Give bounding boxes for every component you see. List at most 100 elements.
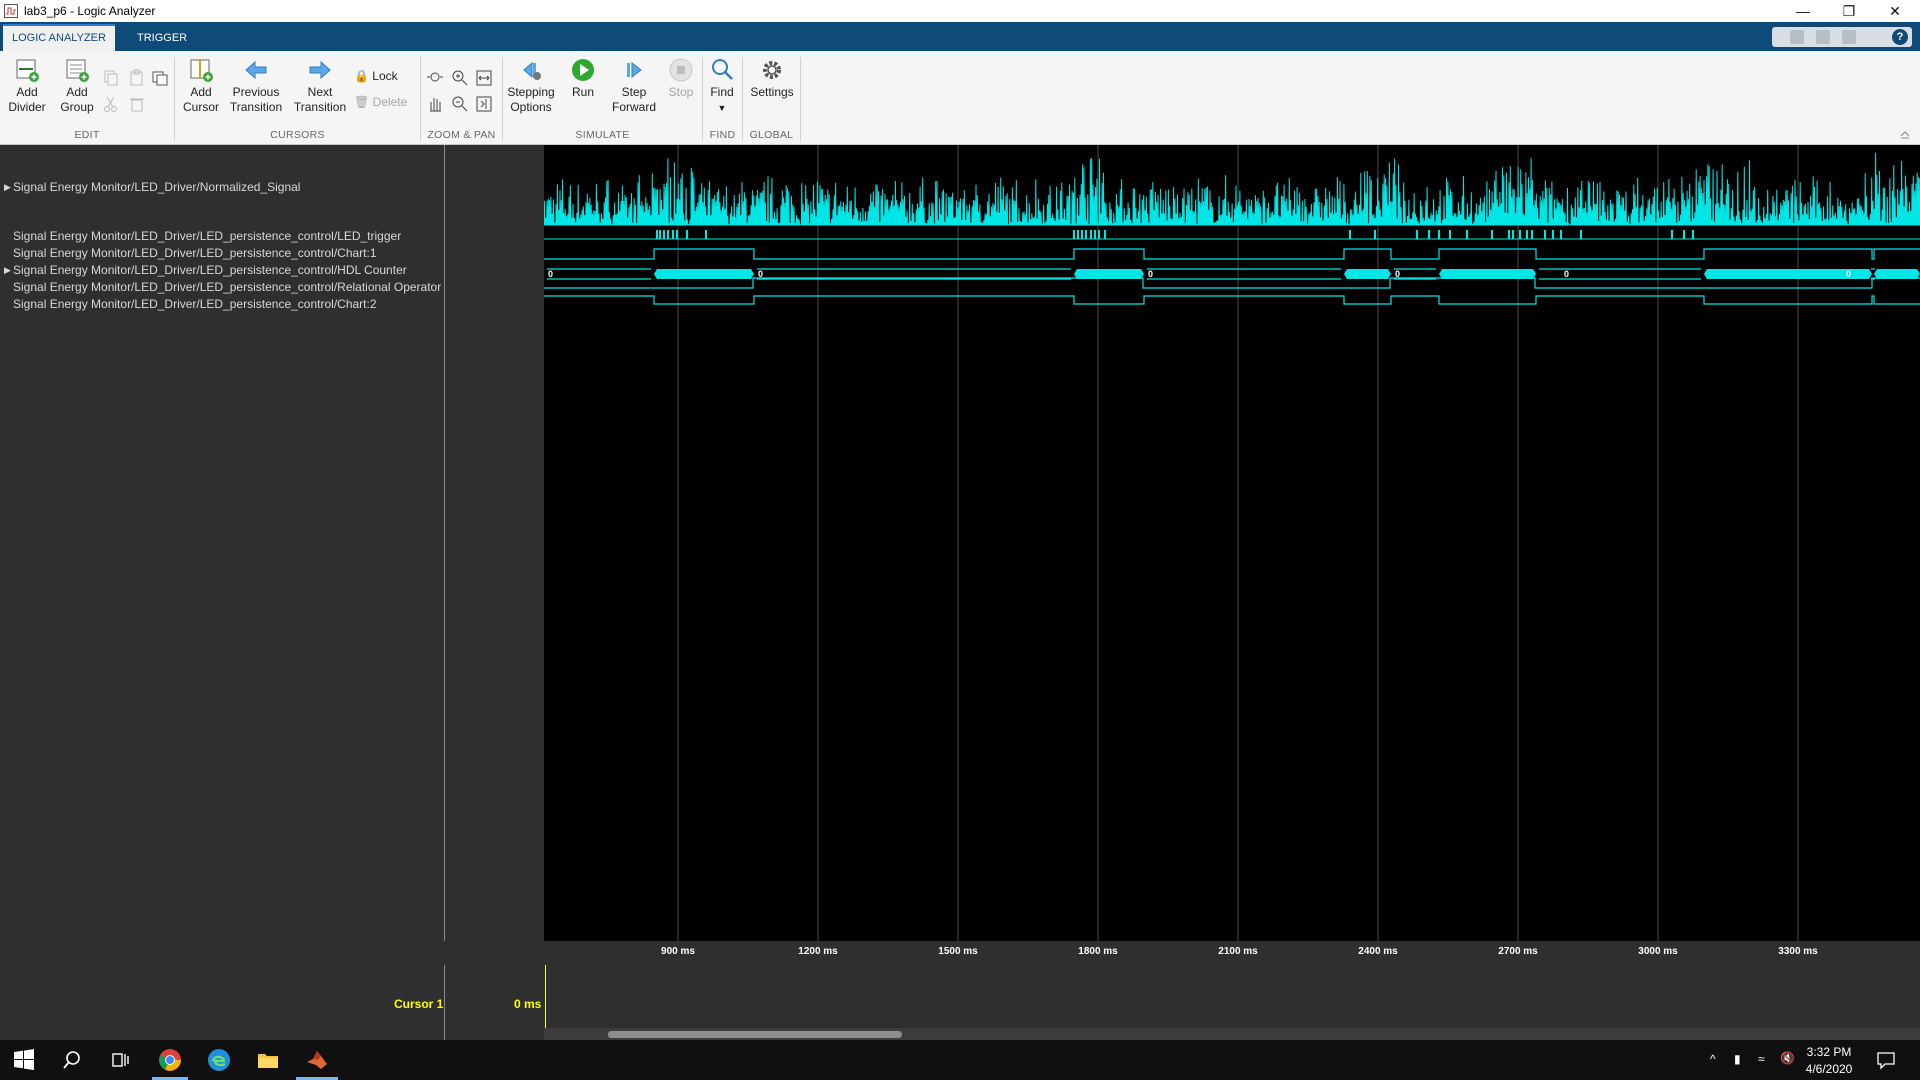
delete-icon: 🗑: [354, 95, 370, 109]
trigger-pulse: [1449, 230, 1451, 239]
search-icon[interactable]: [60, 1048, 84, 1072]
undock-icon[interactable]: [1790, 30, 1804, 44]
axis-tick-label: 2700 ms: [1498, 946, 1538, 957]
step-forward-label-2: Forward: [611, 100, 656, 114]
trigger-pulse: [1552, 230, 1554, 239]
logic-analyzer-app-icon: [4, 4, 18, 18]
add-group-button[interactable]: Add Group: [56, 57, 98, 115]
signal-name-chart1[interactable]: Signal Energy Monitor/LED_Driver/LED_per…: [13, 246, 377, 260]
settings-button[interactable]: Settings: [746, 57, 798, 100]
signal-name-led-trigger[interactable]: Signal Energy Monitor/LED_Driver/LED_per…: [13, 229, 401, 243]
zoom-time-icon[interactable]: [426, 69, 444, 87]
previous-transition-label-1: Previous: [232, 85, 280, 99]
restore-button[interactable]: ❐: [1826, 0, 1872, 22]
clock-time[interactable]: 3:32 PM: [1804, 1045, 1854, 1059]
windows-start-icon[interactable]: [12, 1048, 36, 1072]
wifi-icon[interactable]: ≈: [1758, 1052, 1765, 1066]
scroll-to-cursor-icon[interactable]: [475, 95, 493, 113]
horizontal-scrollbar[interactable]: [544, 1028, 1920, 1040]
cursor-name[interactable]: Cursor 1: [394, 997, 443, 1011]
trigger-pulse: [1349, 230, 1351, 239]
stepping-options-icon: [523, 61, 541, 80]
duplicate-icon[interactable]: [151, 69, 169, 87]
stop-button[interactable]: Stop: [664, 57, 698, 100]
add-divider-label-2: Divider: [8, 100, 46, 114]
add-cursor-label-1: Add: [190, 85, 212, 99]
zoom-out-icon[interactable]: [451, 95, 469, 113]
left-arrow-icon: [245, 60, 267, 80]
tile-icon[interactable]: [1842, 30, 1856, 44]
next-transition-label-2: Transition: [293, 100, 347, 114]
add-divider-button[interactable]: Add Divider: [6, 57, 48, 115]
expand-arrow-icon[interactable]: ▶: [4, 182, 11, 193]
lock-label: Lock: [372, 69, 398, 83]
run-button[interactable]: Run: [562, 57, 604, 100]
cut-icon[interactable]: [102, 95, 120, 113]
task-view-icon[interactable]: [108, 1048, 132, 1072]
axis-tick-label: 1200 ms: [798, 946, 838, 957]
find-button[interactable]: Find ▼: [706, 57, 738, 116]
trigger-pulse: [1580, 230, 1582, 239]
battery-icon[interactable]: ▮: [1734, 1052, 1741, 1066]
trigger-pulse: [1526, 230, 1528, 239]
counter-value-label: 0: [548, 269, 553, 279]
volume-muted-icon[interactable]: 🔇: [1780, 1051, 1795, 1065]
signal-name-hdl-counter[interactable]: Signal Energy Monitor/LED_Driver/LED_per…: [13, 263, 407, 277]
copy-icon[interactable]: [102, 69, 120, 87]
tab-trigger[interactable]: TRIGGER: [128, 26, 196, 51]
trigger-pulse: [1094, 230, 1096, 239]
trigger-pulse: [1671, 230, 1673, 239]
axis-tick-label: 2100 ms: [1218, 946, 1258, 957]
step-forward-button[interactable]: Step Forward: [610, 57, 658, 115]
clock-date[interactable]: 4/6/2020: [1804, 1062, 1854, 1076]
cursors-section-label: CURSORS: [270, 129, 325, 141]
trigger-pulse: [1560, 230, 1562, 239]
counter-value-label: 0: [1846, 269, 1851, 279]
zoom-in-icon[interactable]: [451, 69, 469, 87]
scrollbar-thumb[interactable]: [608, 1031, 902, 1038]
previous-transition-button[interactable]: Previous Transition: [226, 57, 286, 115]
matlab-icon[interactable]: [305, 1048, 329, 1072]
add-cursor-button[interactable]: Add Cursor: [180, 57, 222, 115]
add-group-icon: [66, 59, 89, 82]
next-transition-button[interactable]: Next Transition: [290, 57, 350, 115]
stepping-options-label-2: Options: [510, 100, 552, 114]
chart1-trace: [544, 248, 1920, 260]
find-dropdown-icon[interactable]: ▼: [718, 103, 727, 113]
trigger-pulse: [1692, 230, 1694, 239]
trigger-pulse: [1512, 230, 1514, 239]
settings-label: Settings: [750, 85, 794, 99]
waveform-display[interactable]: 000000: [544, 145, 1920, 941]
file-explorer-icon[interactable]: [256, 1048, 280, 1072]
collapse-toolstrip-icon[interactable]: [1898, 127, 1912, 141]
edge-icon[interactable]: [207, 1048, 231, 1072]
stop-label: Stop: [668, 85, 694, 99]
help-button[interactable]: ?: [1892, 29, 1908, 45]
trigger-pulse: [1438, 230, 1440, 239]
fit-to-view-icon[interactable]: [475, 69, 493, 87]
trigger-pulse: [672, 230, 674, 239]
notifications-icon[interactable]: [1876, 1050, 1896, 1070]
trigger-pulse: [1081, 230, 1083, 239]
trash-icon[interactable]: [128, 95, 146, 113]
delete-cursor-button[interactable]: 🗑 Delete: [354, 95, 414, 110]
minimize-button[interactable]: —: [1780, 0, 1826, 22]
signal-name-normalized-signal[interactable]: Signal Energy Monitor/LED_Driver/Normali…: [13, 180, 300, 194]
ribbon-tab-strip: LOGIC ANALYZER TRIGGER ?: [0, 22, 1920, 53]
tab-logic-analyzer[interactable]: LOGIC ANALYZER: [3, 24, 115, 53]
counter-value-label: 0: [1564, 269, 1569, 279]
layout-icon[interactable]: [1816, 30, 1830, 44]
signal-name-chart2[interactable]: Signal Energy Monitor/LED_Driver/LED_per…: [13, 297, 377, 311]
lock-button[interactable]: 🔒 Lock: [354, 69, 410, 84]
chrome-icon[interactable]: [158, 1048, 182, 1072]
add-cursor-icon: [190, 59, 213, 82]
show-hidden-icons-icon[interactable]: ^: [1710, 1052, 1716, 1066]
stepping-options-button[interactable]: Stepping Options: [506, 57, 556, 115]
close-button[interactable]: ✕: [1872, 0, 1918, 22]
step-forward-icon: [627, 61, 642, 79]
pan-hand-icon[interactable]: [426, 95, 444, 113]
signal-name-relational-operator[interactable]: Signal Energy Monitor/LED_Driver/LED_per…: [13, 280, 441, 294]
expand-arrow-icon[interactable]: ▶: [4, 265, 11, 276]
paste-icon[interactable]: [128, 69, 146, 87]
cursor-time-value[interactable]: 0 ms: [514, 997, 541, 1011]
